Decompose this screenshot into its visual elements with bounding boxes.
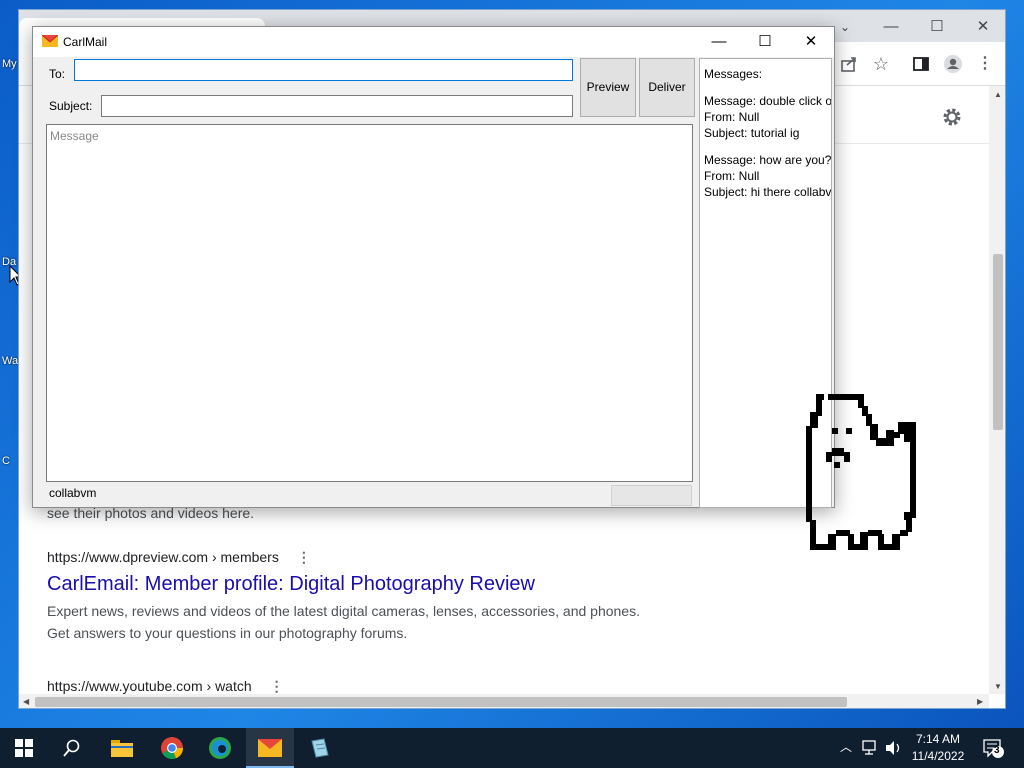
message-from: From: Null [704, 110, 760, 124]
horizontal-scrollbar[interactable]: ◀ ▶ [19, 694, 989, 708]
result-menu-icon[interactable]: ⋮ [297, 549, 311, 566]
scroll-up-icon[interactable]: ▲ [994, 90, 1002, 99]
notepad-icon [311, 738, 329, 758]
message-body-field[interactable] [46, 124, 693, 482]
message-subject: Subject: hi there collabv [704, 185, 832, 199]
result-snippet-line: Expert news, reviews and videos of the l… [47, 603, 640, 619]
share-icon[interactable] [839, 54, 859, 74]
clock[interactable]: 7:14 AM 11/4/2022 [900, 731, 976, 765]
minimize-icon[interactable]: — [696, 27, 742, 57]
result-menu-icon[interactable]: ⋮ [270, 678, 284, 695]
to-field[interactable] [74, 59, 573, 81]
mail-envelope-icon [42, 35, 58, 47]
scroll-right-icon[interactable]: ▶ [977, 697, 983, 706]
message-text: Message: how are you? t [704, 153, 832, 167]
result-snippet-line: Get answers to your questions in our pho… [47, 625, 408, 641]
chrome-app[interactable] [148, 728, 196, 768]
carlmail-titlebar: CarlMail — ☐ ✕ [33, 27, 834, 57]
scroll-left-icon[interactable]: ◀ [23, 697, 29, 706]
minimize-icon[interactable]: — [869, 16, 913, 38]
window-title: CarlMail [63, 35, 108, 49]
pixel-dog-pet[interactable] [806, 392, 920, 554]
to-label: To: [49, 67, 66, 81]
maximize-icon[interactable]: ☐ [915, 16, 959, 38]
carlmail-window: CarlMail — ☐ ✕ To: Subject: Preview Deli… [32, 26, 835, 508]
show-hidden-icons-chevron-icon[interactable]: ︿ [840, 738, 852, 755]
desktop-icon-label[interactable]: My [2, 58, 18, 70]
notification-count-badge: 3 [994, 745, 1000, 756]
subject-label: Subject: [49, 99, 93, 113]
maximize-icon[interactable]: ☐ [742, 27, 788, 57]
vertical-scrollbar[interactable]: ▲ ▼ [989, 86, 1005, 694]
result-url[interactable]: https://www.youtube.com › watch ⋮ [47, 678, 284, 695]
message-text: Message: double click o [704, 94, 832, 108]
bookmark-star-icon[interactable]: ☆ [871, 54, 891, 74]
status-text: collabvm [49, 486, 97, 500]
network-icon[interactable] [862, 740, 880, 756]
message-from: From: Null [704, 169, 760, 183]
clock-date: 11/4/2022 [911, 749, 965, 763]
close-icon[interactable]: ✕ [961, 16, 1005, 38]
desktop-icon-label[interactable]: C [2, 455, 18, 467]
vertical-scroll-thumb[interactable] [993, 254, 1003, 430]
file-explorer-app[interactable] [98, 728, 146, 768]
horizontal-scroll-thumb[interactable] [35, 697, 847, 707]
preview-button[interactable]: Preview [580, 58, 636, 117]
scroll-down-icon[interactable]: ▼ [994, 682, 1002, 691]
search-icon[interactable] [63, 739, 81, 757]
message-entry[interactable]: Message: how are you? t From: Null Subje… [700, 152, 831, 200]
carlmail-app[interactable] [246, 728, 294, 768]
status-progress-box [611, 485, 692, 506]
search-result: https://www.dpreview.com › members ⋮ Carl… [47, 549, 640, 644]
mail-envelope-icon [258, 739, 282, 757]
edge-app[interactable] [196, 728, 244, 768]
message-entry[interactable]: Message: double click o From: Null Subje… [700, 93, 831, 141]
deliver-button[interactable]: Deliver [639, 58, 695, 117]
clock-time: 7:14 AM [915, 732, 961, 746]
chrome-icon [161, 737, 184, 760]
profile-avatar-icon[interactable] [943, 54, 963, 74]
close-icon[interactable]: ✕ [788, 27, 834, 57]
side-panel-icon[interactable] [911, 54, 931, 74]
result-title-link[interactable]: CarlEmail: Member profile: Digital Photo… [47, 573, 640, 596]
start-windows-icon[interactable] [15, 739, 33, 757]
subject-field[interactable] [101, 95, 573, 117]
folder-icon [111, 740, 133, 757]
desktop-icon-label[interactable]: Wa [2, 355, 18, 367]
result-url[interactable]: https://www.dpreview.com › members ⋮ [47, 549, 640, 566]
search-result: https://www.youtube.com › watch ⋮ [47, 678, 284, 695]
taskbar: ︿ 7:14 AM 11/4/2022 3 [0, 728, 1024, 768]
settings-gear-icon[interactable] [941, 106, 963, 128]
notepad-app[interactable] [294, 728, 342, 768]
more-menu-icon[interactable]: ⋮ [975, 54, 995, 74]
message-subject: Subject: tutorial ig [704, 126, 800, 140]
messages-header: Messages: [704, 67, 763, 81]
edge-icon [209, 737, 231, 759]
